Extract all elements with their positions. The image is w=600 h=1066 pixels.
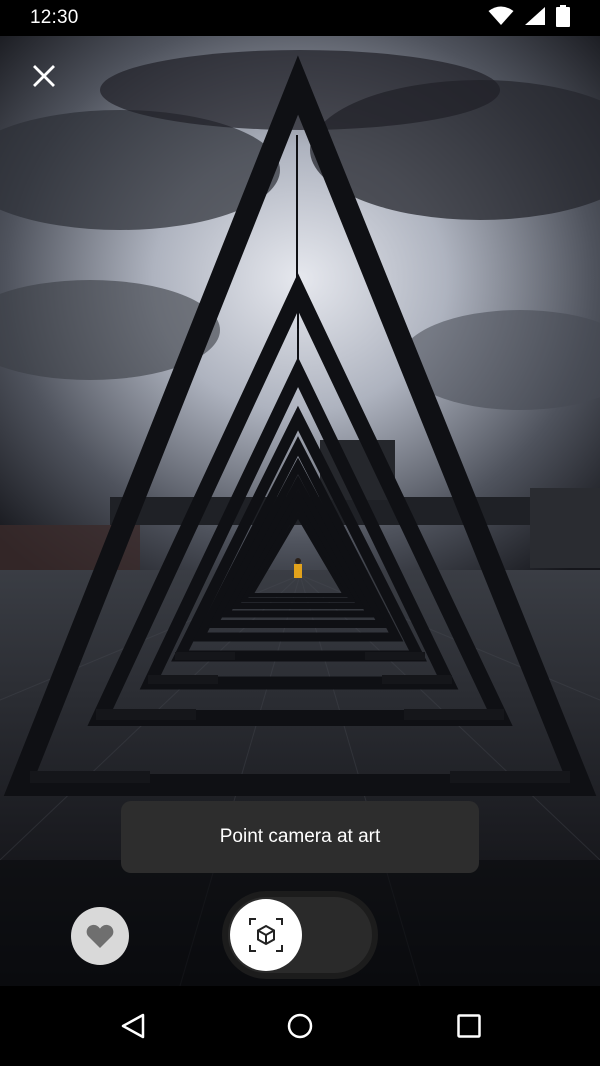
- navigation-bar: [0, 986, 600, 1066]
- back-icon: [121, 1013, 145, 1039]
- nav-back-button[interactable]: [113, 1006, 153, 1046]
- ar-cube-icon: [249, 918, 283, 952]
- close-button[interactable]: [24, 56, 64, 96]
- wifi-icon: [488, 6, 514, 31]
- person: [294, 564, 302, 578]
- heart-icon: [86, 924, 114, 948]
- hint-toast: Point camera at art: [121, 801, 479, 873]
- hint-text: Point camera at art: [219, 826, 381, 847]
- favorite-button[interactable]: [71, 907, 129, 965]
- close-icon: [33, 65, 55, 87]
- ar-mode-toggle[interactable]: [222, 891, 378, 979]
- recents-icon: [457, 1014, 481, 1038]
- toggle-knob[interactable]: [230, 899, 302, 971]
- person-head: [295, 558, 301, 564]
- building: [530, 488, 600, 568]
- battery-icon: [556, 4, 570, 32]
- camera-screen: 12:30 Point camera at art: [0, 0, 600, 1066]
- nav-recents-button[interactable]: [449, 1006, 489, 1046]
- nav-home-button[interactable]: [280, 1006, 320, 1046]
- status-time: 12:30: [30, 7, 79, 28]
- cellular-signal-icon: [524, 6, 546, 31]
- home-icon: [287, 1013, 313, 1039]
- status-bar: 12:30: [0, 0, 600, 36]
- status-icons: [488, 4, 570, 32]
